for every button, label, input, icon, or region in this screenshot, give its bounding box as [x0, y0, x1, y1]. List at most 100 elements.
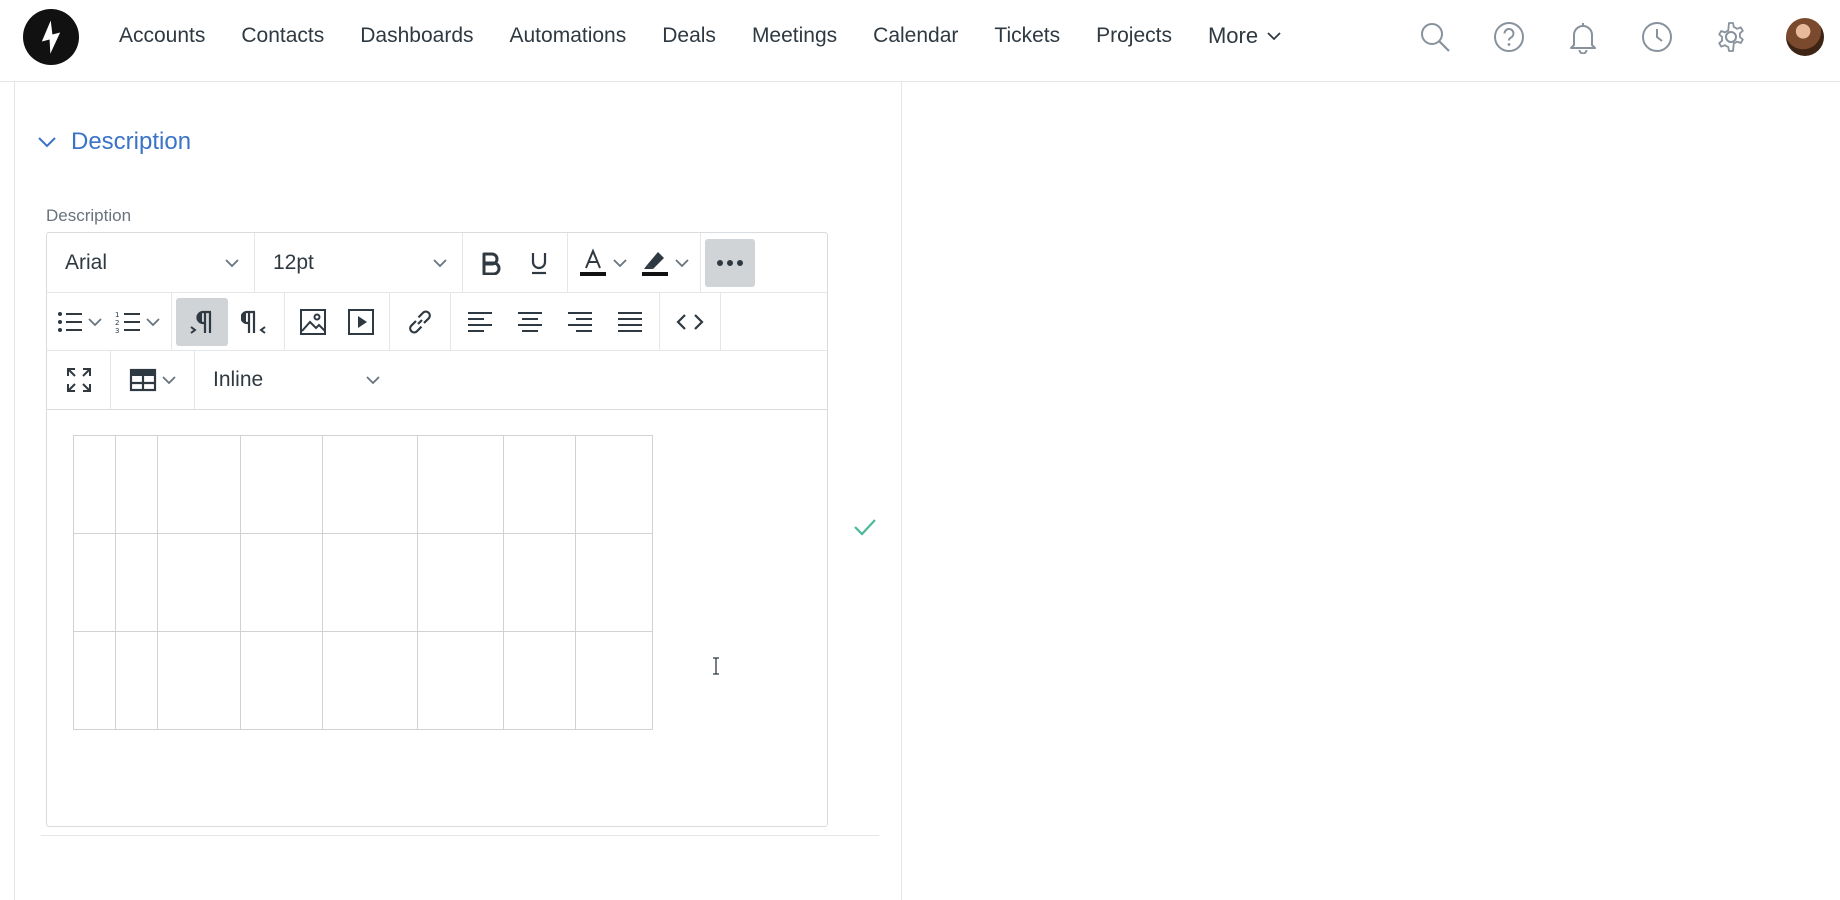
user-avatar[interactable] [1786, 18, 1824, 56]
chevron-down-icon [161, 376, 176, 385]
nav-item-deals[interactable]: Deals [662, 24, 716, 48]
inline-mode-select[interactable]: Inline [195, 351, 395, 409]
more-group [701, 233, 759, 292]
nav-more-menu[interactable]: More [1208, 23, 1282, 49]
table-cell[interactable] [115, 533, 158, 632]
table-cell[interactable] [503, 533, 576, 632]
app-logo[interactable] [23, 9, 79, 65]
nav-item-calendar[interactable]: Calendar [873, 24, 958, 48]
fullscreen-icon [66, 368, 91, 392]
table-cell[interactable] [240, 631, 323, 730]
insert-link-button[interactable] [394, 298, 446, 346]
table-cell[interactable] [575, 631, 653, 730]
highlight-color-button[interactable] [634, 239, 696, 287]
recent-activity-button[interactable] [1620, 0, 1694, 74]
chevron-down-icon [433, 258, 447, 267]
image-icon [300, 308, 326, 335]
table-cell[interactable] [240, 533, 323, 632]
table-row [73, 435, 653, 534]
editor-content-area[interactable] [47, 411, 827, 826]
table-cell[interactable] [115, 435, 158, 534]
list-group: 1 2 3 [47, 293, 172, 350]
table-cell[interactable] [240, 435, 323, 534]
code-group [660, 293, 721, 350]
notifications-button[interactable] [1546, 0, 1620, 74]
right-to-left-button[interactable] [228, 298, 280, 346]
table-cell[interactable] [73, 533, 116, 632]
svg-text:3: 3 [115, 327, 119, 335]
insert-video-button[interactable] [337, 298, 385, 346]
table-row [73, 533, 653, 632]
table-cell[interactable] [157, 435, 241, 534]
table-cell[interactable] [417, 631, 504, 730]
settings-button[interactable] [1694, 0, 1768, 74]
fullscreen-button[interactable] [55, 356, 103, 404]
font-size-value: 12pt [273, 250, 314, 274]
align-left-icon [468, 311, 492, 332]
table-cell[interactable] [503, 631, 576, 730]
left-to-right-button[interactable] [176, 297, 228, 346]
align-justify-button[interactable] [605, 298, 655, 346]
table-cell[interactable] [417, 533, 504, 632]
insert-table-button[interactable] [123, 356, 183, 404]
align-right-icon [568, 311, 592, 332]
align-justify-icon [618, 311, 642, 332]
highlighter-icon [642, 251, 668, 276]
table-cell[interactable] [575, 533, 653, 632]
gear-icon [1718, 22, 1744, 52]
align-center-icon [518, 311, 542, 332]
align-right-button[interactable] [555, 298, 605, 346]
checkmark-icon [854, 519, 876, 536]
align-left-button[interactable] [455, 298, 505, 346]
bullet-list-icon [58, 311, 82, 332]
nav-item-contacts[interactable]: Contacts [241, 24, 324, 48]
table-cell[interactable] [575, 435, 653, 534]
underline-button[interactable] [515, 239, 563, 287]
description-section-toggle[interactable]: Description [37, 128, 191, 156]
save-confirm-button[interactable] [853, 517, 877, 542]
table-cell[interactable] [322, 533, 418, 632]
table-cell[interactable] [73, 631, 116, 730]
main-nav: Accounts Contacts Dashboards Automations… [101, 0, 1300, 72]
font-family-select[interactable]: Arial [47, 233, 255, 292]
table-cell[interactable] [157, 533, 241, 632]
svg-text:2: 2 [115, 319, 119, 327]
more-options-button[interactable] [705, 238, 755, 287]
search-button[interactable] [1398, 0, 1472, 74]
section-title: Description [71, 128, 192, 155]
numbered-list-icon: 1 2 3 [115, 311, 140, 335]
nav-item-tickets[interactable]: Tickets [994, 24, 1060, 48]
help-button[interactable] [1472, 0, 1546, 74]
chevron-down-icon [225, 258, 239, 267]
table-cell[interactable] [73, 435, 116, 534]
source-code-button[interactable] [664, 298, 716, 346]
code-icon [676, 313, 704, 330]
bold-button[interactable] [467, 239, 515, 287]
table-cell[interactable] [503, 435, 576, 534]
ltr-icon [190, 310, 212, 334]
underline-icon [531, 252, 547, 274]
nav-item-automations[interactable]: Automations [510, 24, 627, 48]
table-cell[interactable] [115, 631, 158, 730]
table-cell[interactable] [417, 435, 504, 534]
content-table[interactable] [73, 435, 653, 730]
editor-toolbar-row-2: 1 2 3 [47, 293, 827, 351]
numbered-list-button[interactable]: 1 2 3 [109, 298, 167, 346]
nav-item-projects[interactable]: Projects [1096, 24, 1172, 48]
insert-image-button[interactable] [289, 298, 337, 346]
table-cell[interactable] [157, 631, 241, 730]
link-group [390, 293, 451, 350]
section-divider [41, 835, 879, 836]
nav-item-accounts[interactable]: Accounts [119, 24, 205, 48]
chevron-down-icon [613, 258, 627, 267]
nav-item-dashboards[interactable]: Dashboards [360, 24, 473, 48]
video-icon [348, 308, 374, 335]
table-cell[interactable] [322, 631, 418, 730]
table-cell[interactable] [322, 435, 418, 534]
alignment-group [451, 293, 660, 350]
text-color-button[interactable] [572, 239, 634, 287]
font-size-select[interactable]: 12pt [255, 233, 463, 292]
align-center-button[interactable] [505, 298, 555, 346]
nav-item-meetings[interactable]: Meetings [752, 24, 837, 48]
bullet-list-button[interactable] [51, 298, 109, 346]
